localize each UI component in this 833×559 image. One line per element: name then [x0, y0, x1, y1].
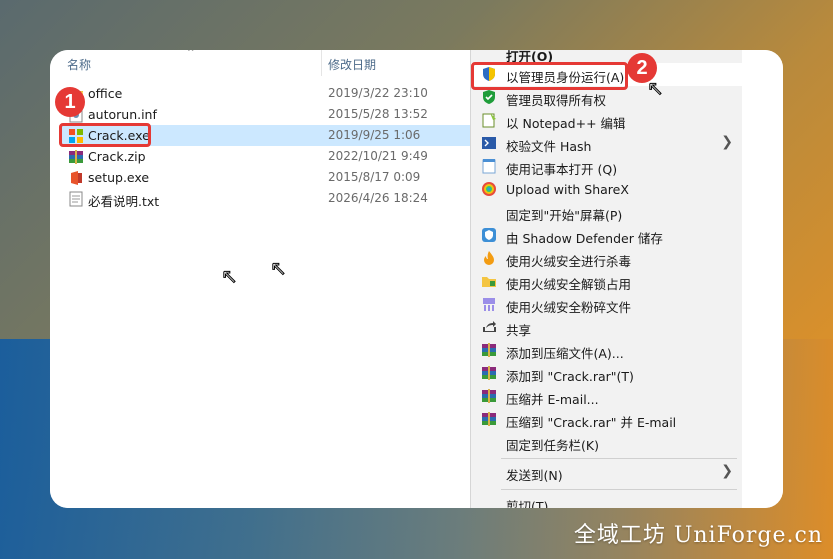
file-row-setup-exe[interactable]: setup.exe 2015/8/17 0:09: [60, 167, 470, 188]
column-divider[interactable]: [321, 50, 322, 76]
menu-item-add-crack-rar[interactable]: 添加到 "Crack.rar"(T): [471, 362, 743, 385]
notepadpp-icon: [481, 112, 497, 128]
share-icon: [481, 319, 497, 335]
menu-item-send-to[interactable]: 发送到(N) ❯: [471, 461, 743, 484]
menu-separator: [501, 458, 737, 459]
menu-item-huorong-unlock[interactable]: 使用火绒安全解锁占用: [471, 270, 743, 293]
powershell-icon: [481, 135, 497, 151]
file-name: setup.exe: [88, 170, 150, 185]
menu-item-label: 使用火绒安全进行杀毒: [506, 254, 632, 269]
green-shield-icon: [481, 89, 497, 105]
menu-item-shadow-defender[interactable]: 由 Shadow Defender 储存: [471, 224, 743, 247]
huorong-icon: [481, 250, 497, 266]
file-date: 2022/10/21 9:49: [328, 149, 428, 163]
shadow-defender-icon: [481, 227, 497, 243]
text-file-icon: [68, 191, 84, 207]
file-row-readme-txt[interactable]: 必看说明.txt 2026/4/26 18:24: [60, 188, 470, 209]
menu-item-huorong-scan[interactable]: 使用火绒安全进行杀毒: [471, 247, 743, 270]
mouse-cursor-icon: ↖: [221, 264, 239, 289]
file-row-autorun[interactable]: autorun.inf 2015/5/28 13:52: [60, 104, 470, 125]
menu-item-share[interactable]: 共享: [471, 316, 743, 339]
window-card: ^ 名称 修改日期 office 2019/3/22 23:10 autorun…: [50, 50, 783, 508]
column-header: ^ 名称 修改日期: [50, 50, 470, 76]
menu-item-label: 使用火绒安全解锁占用: [506, 277, 632, 292]
mouse-cursor-icon: ↖: [270, 256, 288, 281]
menu-item-label: 使用记事本打开 (Q): [506, 162, 618, 177]
huorong-unlock-icon: [481, 273, 497, 289]
file-date: 2019/3/22 23:10: [328, 86, 428, 100]
menu-item-label: 由 Shadow Defender 储存: [506, 231, 663, 246]
menu-item-huorong-shred[interactable]: 使用火绒安全粉碎文件: [471, 293, 743, 316]
menu-item-notepadpp[interactable]: 以 Notepad++ 编辑: [471, 109, 743, 132]
file-date: 2019/9/25 1:06: [328, 128, 421, 142]
menu-item-label: 使用火绒安全粉碎文件: [506, 300, 632, 315]
office-setup-icon: [68, 170, 84, 186]
file-row-office[interactable]: office 2019/3/22 23:10: [60, 83, 470, 104]
mouse-cursor-icon: ↖: [647, 76, 665, 101]
huorong-shred-icon: [481, 296, 497, 312]
winrar-icon: [481, 411, 497, 427]
menu-item-compress-crack-email[interactable]: 压缩到 "Crack.rar" 并 E-mail: [471, 408, 743, 431]
winrar-icon: [68, 149, 84, 165]
submenu-arrow-icon: ❯: [721, 463, 733, 479]
notepad-icon: [481, 158, 497, 174]
sharex-icon: [481, 181, 497, 197]
menu-item-label: 压缩并 E-mail...: [506, 392, 599, 407]
menu-item-label: 添加到 "Crack.rar"(T): [506, 369, 634, 384]
menu-item-label: 剪切(T): [506, 499, 549, 508]
menu-item-label: 固定到任务栏(K): [506, 438, 599, 453]
winrar-icon: [481, 388, 497, 404]
menu-item-label: 压缩到 "Crack.rar" 并 E-mail: [506, 415, 677, 430]
file-name: 必看说明.txt: [88, 194, 160, 209]
menu-item-cut[interactable]: 剪切(T): [471, 492, 743, 508]
step-badge-1: 1: [55, 87, 85, 117]
menu-item-label: 发送到(N): [506, 468, 563, 483]
background-window-edge: [742, 50, 783, 508]
file-name: autorun.inf: [88, 107, 157, 122]
menu-separator: [501, 489, 737, 490]
file-list-pane: ^ 名称 修改日期 office 2019/3/22 23:10 autorun…: [50, 50, 470, 508]
menu-item-sharex[interactable]: Upload with ShareX: [471, 178, 743, 201]
menu-item-label: 添加到压缩文件(A)...: [506, 346, 624, 361]
file-name: Crack.zip: [88, 149, 146, 164]
file-date: 2015/8/17 0:09: [328, 170, 421, 184]
menu-item-label: 以 Notepad++ 编辑: [506, 116, 626, 131]
menu-item-label: Upload with ShareX: [506, 182, 629, 197]
menu-item-label: 固定到"开始"屏幕(P): [506, 208, 623, 223]
menu-item-compress-email[interactable]: 压缩并 E-mail...: [471, 385, 743, 408]
column-date-header[interactable]: 修改日期: [328, 56, 376, 73]
winrar-icon: [481, 342, 497, 358]
menu-item-label: 校验文件 Hash: [506, 139, 592, 154]
file-row-crack-zip[interactable]: Crack.zip 2022/10/21 9:49: [60, 146, 470, 167]
winrar-icon: [481, 365, 497, 381]
file-date: 2015/5/28 13:52: [328, 107, 428, 121]
highlight-box-crack-exe: [59, 123, 151, 147]
menu-item-hash[interactable]: 校验文件 Hash ❯: [471, 132, 743, 155]
file-date: 2026/4/26 18:24: [328, 191, 428, 205]
watermark: 全域工坊 UniForge.cn: [573, 523, 823, 548]
context-menu: 打开(O) 以管理员身份运行(A) 管理员取得所有权 以 Notepad++ 编…: [470, 50, 743, 508]
menu-item-label: 管理员取得所有权: [506, 93, 607, 108]
menu-item-label: 共享: [506, 323, 532, 338]
menu-item-pin-start[interactable]: 固定到"开始"屏幕(P): [471, 201, 743, 224]
sort-caret-icon[interactable]: ^: [187, 50, 195, 58]
column-name-header[interactable]: 名称: [67, 56, 91, 73]
menu-item-notepad[interactable]: 使用记事本打开 (Q): [471, 155, 743, 178]
submenu-arrow-icon: ❯: [721, 134, 733, 150]
file-name: office: [88, 86, 123, 101]
menu-item-add-archive[interactable]: 添加到压缩文件(A)...: [471, 339, 743, 362]
highlight-box-run-as-admin: [471, 62, 628, 90]
menu-item-pin-taskbar[interactable]: 固定到任务栏(K): [471, 431, 743, 454]
